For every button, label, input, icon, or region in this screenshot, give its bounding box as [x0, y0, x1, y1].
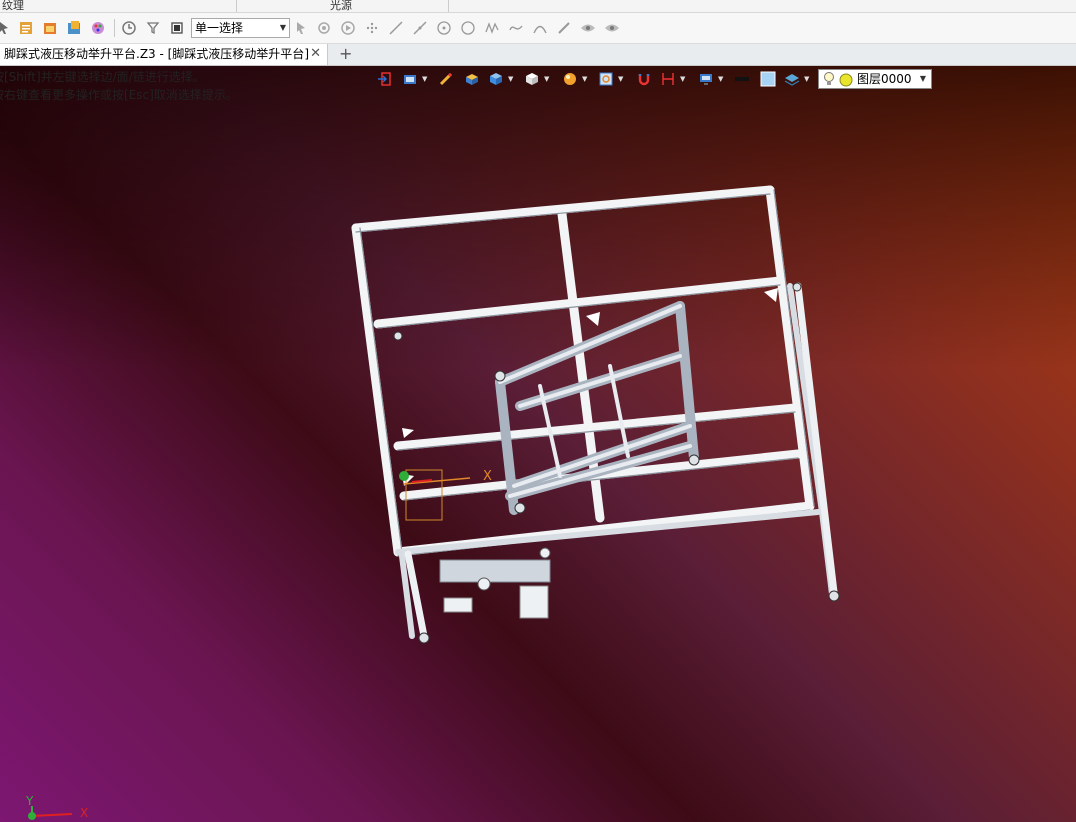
layer-select[interactable]: 图层0000 ▼	[818, 69, 932, 89]
floating-view-toolbar: ▼ ▼ ▼ ▼ ▼ ▼ ▼ ▼ 图层0000 ▼	[372, 68, 934, 90]
cursor-icon[interactable]	[293, 20, 309, 36]
cube-icon[interactable]	[524, 71, 540, 87]
chevron-down-icon[interactable]: ▼	[422, 75, 427, 83]
folder-icon[interactable]	[42, 20, 58, 36]
eye-icon[interactable]	[580, 20, 596, 36]
play-icon[interactable]	[340, 20, 356, 36]
chevron-down-icon: ▼	[919, 74, 926, 83]
ribbon-group-texture: 纹理	[2, 0, 24, 12]
dimension-icon[interactable]	[660, 71, 676, 87]
chevron-down-icon[interactable]: ▼	[508, 75, 513, 83]
quick-toolbar: 单一选择 ▼	[0, 13, 1076, 44]
triad-x-label: X	[80, 806, 89, 820]
snap-icon[interactable]	[316, 20, 332, 36]
add-tab-button[interactable]: +	[339, 44, 352, 63]
triad-y-label: Y	[26, 794, 34, 808]
line-style-icon[interactable]	[734, 71, 750, 87]
view-triad	[28, 806, 73, 820]
ribbon-group-light: 光源	[330, 0, 352, 12]
render-icon[interactable]	[562, 71, 578, 87]
box-icon[interactable]	[488, 71, 504, 87]
chevron-down-icon: ▼	[279, 23, 286, 32]
zoom-icon[interactable]	[598, 71, 614, 87]
color-swatch-icon[interactable]	[760, 71, 776, 87]
point-icon[interactable]	[364, 20, 380, 36]
tab-document-label: 脚踩式液压移动举升平台.Z3 - [脚踩式液压移动举升平台]	[4, 47, 309, 61]
pencil-icon[interactable]	[438, 71, 454, 87]
pen-icon[interactable]	[556, 20, 572, 36]
line-icon[interactable]	[388, 20, 404, 36]
chevron-down-icon[interactable]: ▼	[804, 75, 809, 83]
arc-icon[interactable]	[532, 20, 548, 36]
view-icon[interactable]	[402, 71, 418, 87]
tab-document[interactable]: 脚踩式液压移动举升平台.Z3 - [脚踩式液压移动举升平台] ✕	[0, 44, 328, 65]
layers-icon[interactable]	[784, 71, 800, 87]
shade-icon[interactable]	[464, 71, 480, 87]
graphics-viewport[interactable]: 按[Shift]并左键选择边/面/链进行选择。 按右键查看更多操作或按[Esc]…	[0, 66, 1076, 822]
palette-icon[interactable]	[90, 20, 106, 36]
circle-point-icon[interactable]	[436, 20, 452, 36]
chevron-down-icon[interactable]: ▼	[544, 75, 549, 83]
csys-x-label: X	[483, 469, 492, 484]
magnet-icon[interactable]	[636, 71, 652, 87]
exit-icon[interactable]	[376, 71, 392, 87]
layer-status-icon	[839, 73, 853, 92]
selection-mode-value: 单一选择	[195, 21, 244, 35]
chevron-down-icon[interactable]: ▼	[582, 75, 587, 83]
ribbon-divider	[448, 0, 449, 12]
layer-select-value: 图层0000	[857, 72, 912, 86]
part-icon[interactable]	[66, 20, 82, 36]
close-icon[interactable]: ✕	[310, 44, 321, 64]
document-tab-bar: 脚踩式液压移动举升平台.Z3 - [脚踩式液压移动举升平台] ✕ +	[0, 44, 1076, 66]
line2-icon[interactable]	[412, 20, 428, 36]
ribbon-divider	[236, 0, 237, 12]
ribbon-group-strip: 纹理 光源	[0, 0, 1076, 13]
arrow-icon[interactable]	[0, 20, 12, 36]
eye2-icon[interactable]	[604, 20, 620, 36]
toolbar-divider	[114, 19, 115, 37]
chevron-down-icon[interactable]: ▼	[680, 75, 685, 83]
selection-mode-select[interactable]: 单一选择 ▼	[191, 18, 290, 38]
curve-icon[interactable]	[508, 20, 524, 36]
filter-icon[interactable]	[145, 20, 161, 36]
bulb-icon	[823, 72, 835, 92]
zigzag-icon[interactable]	[484, 20, 500, 36]
history-icon[interactable]	[121, 20, 137, 36]
assembly-model[interactable]	[0, 66, 1076, 822]
chevron-down-icon[interactable]: ▼	[618, 75, 623, 83]
chevron-down-icon[interactable]: ▼	[718, 75, 723, 83]
stop-icon[interactable]	[169, 20, 185, 36]
circle-icon[interactable]	[460, 20, 476, 36]
display-icon[interactable]	[698, 71, 714, 87]
list-icon[interactable]	[18, 20, 34, 36]
